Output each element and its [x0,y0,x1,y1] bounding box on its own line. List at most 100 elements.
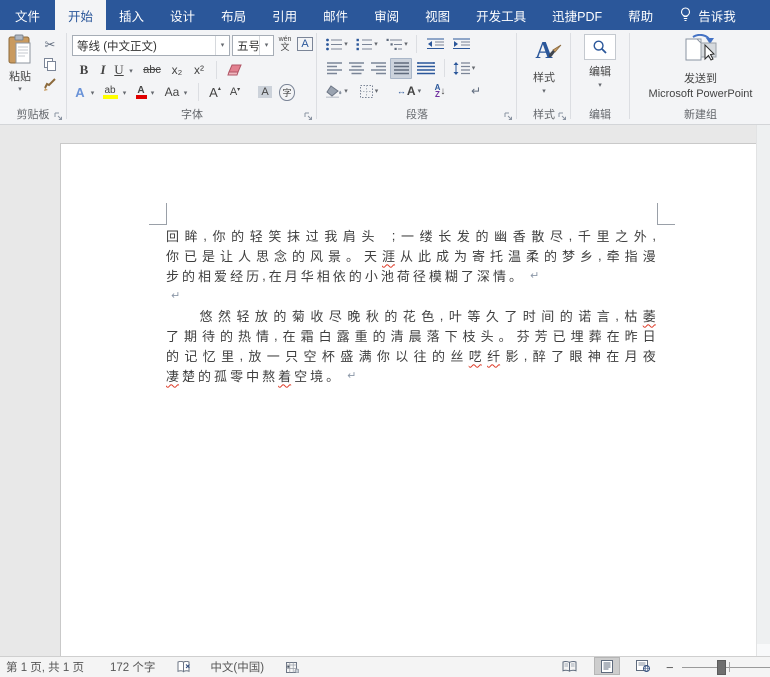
borders-button[interactable]: ▾ [356,82,382,100]
proofing-errors-status[interactable] [177,661,192,673]
shrink-font-button[interactable]: A ▾ [226,83,244,101]
clipboard-dialog-launcher-icon[interactable] [54,112,63,121]
distribute-button[interactable] [414,59,438,77]
strikethrough-button[interactable]: abc [140,61,164,79]
document-character: 白 [318,328,332,344]
numbering-button[interactable]: ▾ [354,35,380,53]
document-character: 里 [221,348,235,364]
editing-button[interactable]: 编辑 ▾ [580,34,620,89]
copy-button[interactable] [40,56,60,72]
highlight-dropdown-icon[interactable]: ▾ [120,86,129,100]
clear-formatting-button[interactable] [224,61,246,79]
enclose-characters-icon: 字 [279,83,295,101]
font-size-combo[interactable]: 五号 ▾ [232,35,274,56]
superscript-button[interactable]: x² [190,61,208,79]
align-left-button[interactable] [324,59,344,77]
styles-button[interactable]: A 样式 ▾ [522,34,566,95]
phonetic-guide-button[interactable]: wén 文 [276,34,294,54]
document-character: , [239,347,244,363]
tell-me[interactable]: 告诉我 [670,0,746,30]
document-line[interactable]: 悠然轻放的菊收尽晚秋的花色,叶等久了时间的诺言,枯萎 [166,305,656,325]
formatting-mark-icon: ↵ [470,84,482,98]
character-scaling-button[interactable]: ↔ A ▾ [394,82,424,100]
decrease-indent-button[interactable] [424,35,446,53]
enclose-characters-button[interactable]: 字 [278,83,296,101]
text-area[interactable]: 回眸, 你的轻笑抹过我肩头; 一缕长发的幽香散尽, 千里之外, 你已是让人思念的风景。天… [166,225,656,385]
tab-home[interactable]: 开始 [55,0,107,30]
bold-button[interactable]: B [76,61,92,79]
justify-button[interactable] [390,58,412,79]
font-size-dropdown-icon[interactable]: ▾ [259,36,273,55]
subscript-button[interactable]: x₂ [168,61,186,79]
format-painter-button[interactable] [40,76,60,92]
line-spacing-button[interactable]: ▾ [450,59,478,77]
document-line[interactable]: 的记忆里,放一只空杯盛满你以往的丝呓纤影,醉了眼神在月夜 [166,345,656,365]
font-dialog-launcher-icon[interactable] [304,112,313,121]
tab-view[interactable]: 视图 [412,0,463,30]
align-center-button[interactable] [346,59,366,77]
tab-review[interactable]: 审阅 [361,0,412,30]
word-count-status[interactable]: 172 个字 [110,659,155,675]
tab-developer[interactable]: 开发工具 [463,0,539,30]
zoom-out-button[interactable]: − [666,657,674,677]
tab-pdf-addin[interactable]: 迅捷PDF [539,0,615,30]
document-line[interactable]: 凄楚的孤零中熬着空境。 ↵ [166,365,656,385]
web-layout-button[interactable] [630,657,656,675]
tab-help[interactable]: 帮助 [615,0,666,30]
character-border-button[interactable]: A [296,34,314,54]
change-case-dropdown-icon[interactable]: ▾ [181,86,190,100]
show-formatting-marks-button[interactable]: ↵ [466,82,486,100]
increase-indent-button[interactable] [450,35,472,53]
document-line[interactable]: 你已是让人思念的风景。天涯从此成为寄托温柔的梦乡, 牵指漫 [166,245,656,265]
document-character: 已 [552,328,566,344]
cut-button[interactable]: ✂ [40,37,60,53]
document-line[interactable]: 回眸, 你的轻笑抹过我肩头; 一缕长发的幽香散尽, 千里之外, [166,225,656,245]
tab-file[interactable]: 文件 [0,0,55,30]
grow-font-button[interactable]: A ▴ [206,83,224,101]
document-character: 盛 [340,348,354,364]
tab-mailings[interactable]: 邮件 [310,0,361,30]
bullets-button[interactable]: ▾ [324,35,350,53]
shading-button[interactable]: ▾ [324,82,350,100]
zoom-slider-thumb[interactable] [717,660,726,675]
font-name-combo[interactable]: 等线 (中文正文) ▾ [72,35,230,56]
send-to-powerpoint-button[interactable]: 发送到 Microsoft PowerPoint [635,34,766,100]
paste-button[interactable]: 粘贴 ▾ [4,34,36,93]
read-mode-button[interactable] [556,657,582,675]
tab-design[interactable]: 设计 [157,0,208,30]
document-line[interactable]: 了期待的热情, 在霜白露重的清晨落下枝头。芬芳已埋葬在昨日 [166,325,656,345]
text-effects-dropdown-icon[interactable]: ▾ [88,86,97,100]
underline-button[interactable]: U [112,61,126,79]
vertical-scrollbar[interactable] [756,125,770,656]
paragraph-dialog-launcher-icon[interactable] [504,112,513,121]
document-character: 收 [310,308,324,324]
document-line[interactable]: ↵ [166,285,656,305]
document-line[interactable]: 步的相爱经历, 在月华相依的小池荷径模糊了深情。 ↵ [166,265,656,285]
tab-layout[interactable]: 布局 [208,0,259,30]
italic-button[interactable]: I [96,61,110,79]
print-layout-button[interactable] [594,657,620,675]
document-page[interactable]: 回眸, 你的轻笑抹过我肩头; 一缕长发的幽香散尽, 千里之外, 你已是让人思念的风景。天… [60,143,757,656]
scrollbar-bottom-button[interactable] [757,644,770,656]
font-color-button[interactable]: A [134,83,148,101]
font-name-dropdown-icon[interactable]: ▾ [215,36,229,55]
styles-dialog-launcher-icon[interactable] [558,112,567,121]
character-shading-button[interactable]: A [256,83,274,101]
web-layout-icon [636,660,650,672]
macro-recording-status[interactable] [286,661,300,673]
page-number-status[interactable]: 第 1 页, 共 1 页 [6,659,84,675]
align-right-button[interactable] [368,59,388,77]
font-color-dropdown-icon[interactable]: ▾ [148,86,157,100]
sort-button[interactable]: A Z ↓ [428,82,452,100]
highlight-button[interactable]: ab [100,83,120,101]
zoom-slider-track[interactable] [682,667,770,668]
text-effects-button[interactable]: A [72,83,88,101]
document-character: 头 [480,328,494,344]
tab-references[interactable]: 引用 [259,0,310,30]
multilevel-list-button[interactable]: ▾ [384,35,410,53]
tab-insert[interactable]: 插入 [106,0,157,30]
language-status[interactable]: 中文(中国) [210,659,264,675]
underline-dropdown-icon[interactable]: ▾ [126,64,136,78]
change-case-button[interactable]: Aa [162,83,182,101]
document-character: 在 [606,328,620,344]
